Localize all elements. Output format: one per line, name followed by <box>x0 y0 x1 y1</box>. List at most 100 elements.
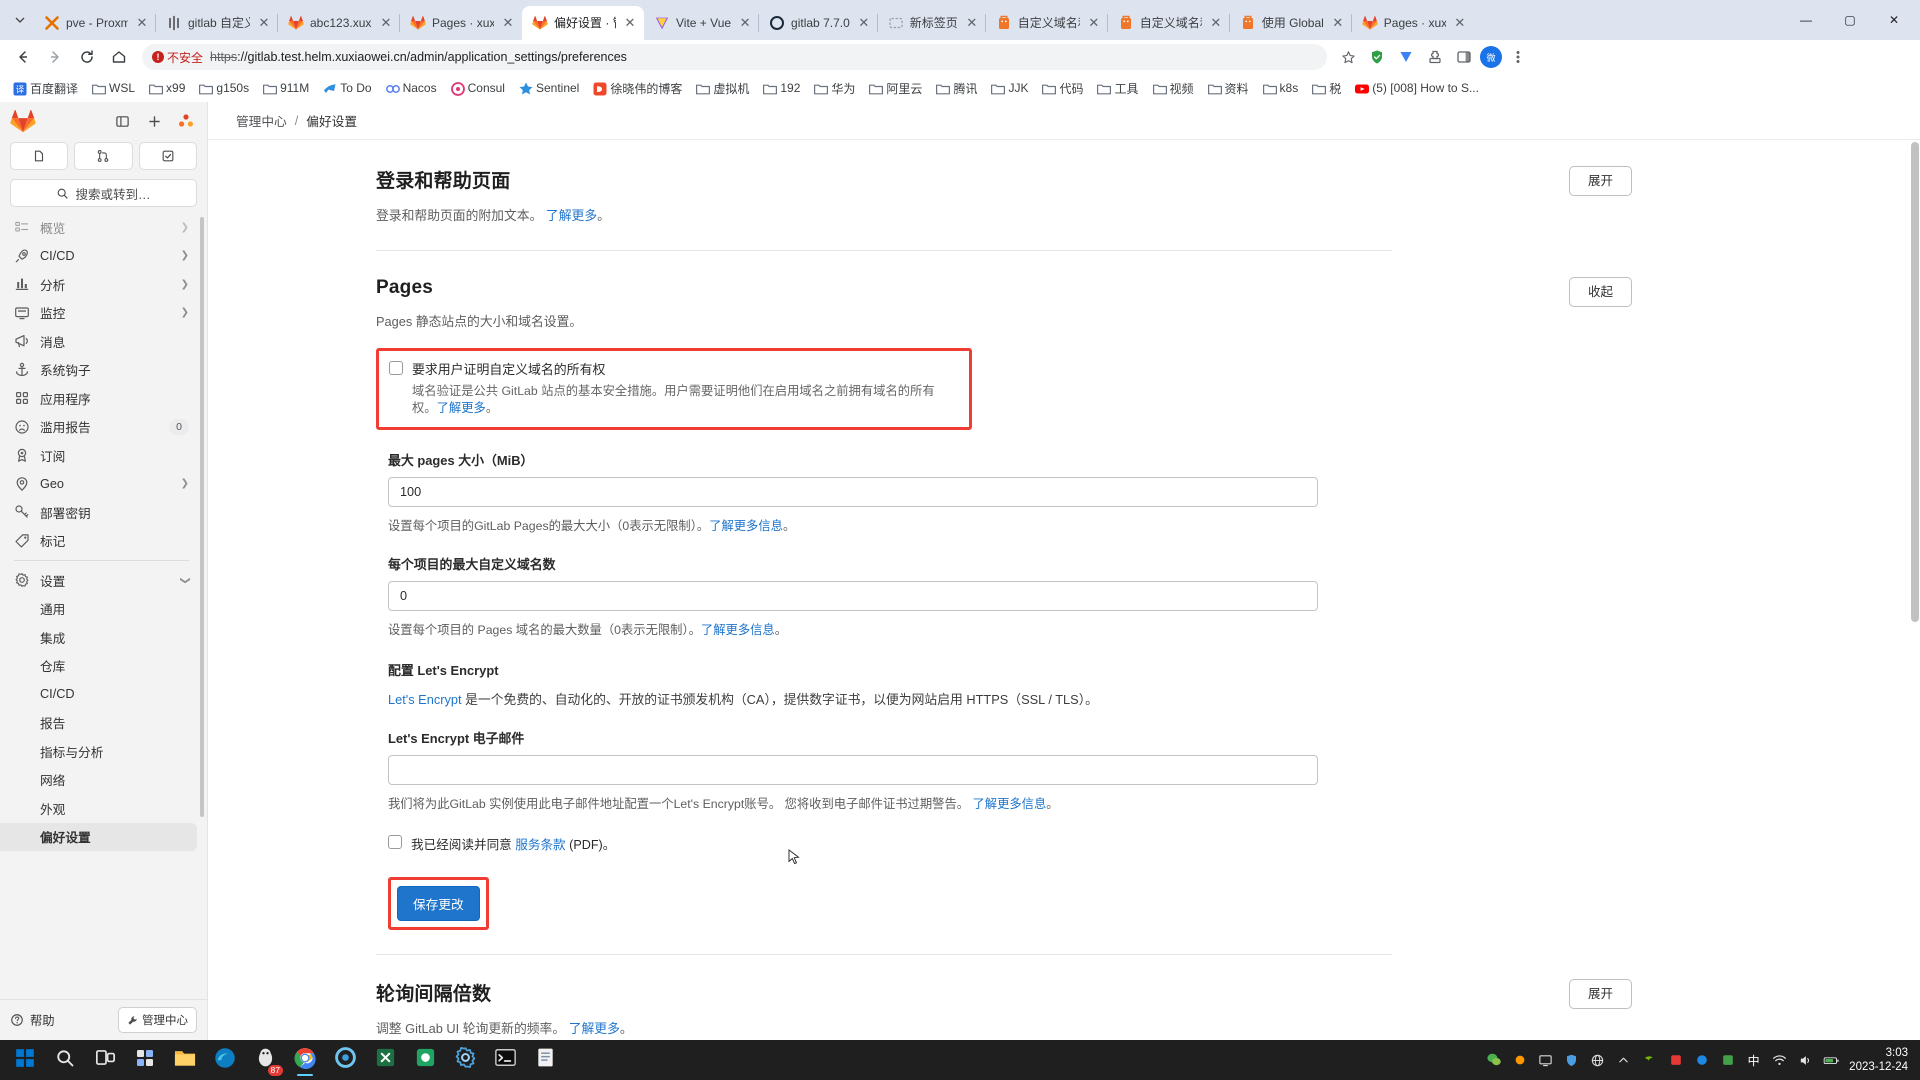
admin-center-button[interactable]: 管理中心 <box>118 1007 197 1033</box>
tab-close-button[interactable]: ✕ <box>856 15 872 31</box>
bookmark-item[interactable]: 华为 <box>807 77 861 100</box>
browser-tab[interactable]: gitlab 自定义✕ <box>156 6 278 40</box>
max-domains-input[interactable] <box>388 581 1318 611</box>
user-avatar-icon[interactable] <box>175 110 197 132</box>
bookmark-star-icon[interactable] <box>1335 44 1361 70</box>
close-window-button[interactable]: ✕ <box>1872 4 1916 36</box>
not-secure-indicator[interactable]: ! 不安全 <box>152 49 203 66</box>
taskbar-search[interactable] <box>46 1042 84 1078</box>
volume-icon[interactable] <box>1797 1052 1814 1069</box>
sidebar-item-ci-cd[interactable]: CI/CD❯ <box>0 242 197 271</box>
bookmark-item[interactable]: Consul <box>444 78 511 98</box>
sidebar-item-系统钩子[interactable]: 系统钩子 <box>0 356 197 385</box>
bookmark-item[interactable]: To Do <box>316 78 377 98</box>
browser-tab[interactable]: Pages · xuxi✕ <box>400 6 522 40</box>
extensions-icon[interactable] <box>1422 44 1448 70</box>
bookmark-item[interactable]: 资料 <box>1201 77 1255 100</box>
taskbar-settings[interactable] <box>446 1042 484 1078</box>
bookmark-item[interactable]: 阿里云 <box>862 77 928 100</box>
page-scrollbar[interactable] <box>1910 102 1920 1040</box>
sidebar-item-通用[interactable]: 通用 <box>0 595 197 624</box>
quick-issues-icon[interactable] <box>10 142 68 170</box>
sidebar-item-部署密钥[interactable]: 部署密钥 <box>0 498 197 527</box>
shield-tray-icon[interactable] <box>1563 1052 1580 1069</box>
plus-icon[interactable] <box>143 110 165 132</box>
sidebar-item-消息[interactable]: 消息 <box>0 327 197 356</box>
sidebar-toggle-icon[interactable] <box>1451 44 1477 70</box>
forward-button[interactable] <box>40 43 70 71</box>
app-tray-icon-3[interactable] <box>1719 1052 1736 1069</box>
bookmark-item[interactable]: Sentinel <box>512 78 585 98</box>
maximize-button[interactable]: ▢ <box>1828 4 1872 36</box>
taskbar-app-green[interactable] <box>406 1042 444 1078</box>
tab-close-button[interactable]: ✕ <box>1330 15 1346 31</box>
network-tray-icon[interactable] <box>1589 1052 1606 1069</box>
browser-tab[interactable]: Pages · xuxi✕ <box>1352 6 1474 40</box>
taskbar-task-view[interactable] <box>86 1042 124 1078</box>
back-button[interactable] <box>8 43 38 71</box>
ime-indicator[interactable]: 中 <box>1745 1052 1762 1069</box>
tab-close-button[interactable]: ✕ <box>1086 15 1102 31</box>
browser-menu-icon[interactable] <box>1505 44 1531 70</box>
reload-button[interactable] <box>72 43 102 71</box>
tab-close-button[interactable]: ✕ <box>737 15 753 31</box>
email-help-link[interactable]: 了解更多信息 <box>972 797 1046 811</box>
gitlab-logo-icon[interactable] <box>10 108 36 134</box>
bookmark-item[interactable]: 911M <box>256 78 315 98</box>
save-changes-button[interactable]: 保存更改 <box>397 886 480 921</box>
verify-domain-checkbox[interactable] <box>389 361 403 375</box>
taskbar-widgets[interactable] <box>126 1042 164 1078</box>
wifi-icon[interactable] <box>1771 1052 1788 1069</box>
tab-close-button[interactable]: ✕ <box>1208 15 1224 31</box>
bookmark-item[interactable]: 译百度翻译 <box>6 77 84 100</box>
bookmark-item[interactable]: 工具 <box>1090 77 1144 100</box>
browser-tab[interactable]: 使用 Global✕ <box>1230 6 1352 40</box>
expand-button-polling[interactable]: 展开 <box>1569 979 1632 1009</box>
max-domains-help-link[interactable]: 了解更多信息 <box>701 623 775 637</box>
browser-tab[interactable]: 偏好设置 · 管✕ <box>522 6 644 40</box>
lets-encrypt-email-input[interactable] <box>388 755 1318 785</box>
taskbar-file-explorer[interactable] <box>166 1042 204 1078</box>
browser-tab[interactable]: gitlab 7.7.0✕ <box>759 6 878 40</box>
taskbar-notepad[interactable] <box>526 1042 564 1078</box>
sidebar-item-外观[interactable]: 外观 <box>0 794 197 823</box>
collapse-button-pages[interactable]: 收起 <box>1569 277 1632 307</box>
app-tray-icon-2[interactable] <box>1693 1052 1710 1069</box>
tab-close-button[interactable]: ✕ <box>964 15 980 31</box>
browser-tab[interactable]: Vite + Vue✕ <box>644 6 759 40</box>
tos-checkbox[interactable] <box>388 835 402 849</box>
address-bar[interactable]: ! 不安全 https://gitlab.test.helm.xuxiaowei… <box>142 44 1327 70</box>
bookmark-item[interactable]: k8s <box>1256 78 1305 98</box>
browser-tab[interactable]: abc123.xuxi✕ <box>278 6 400 40</box>
bookmark-item[interactable]: g150s <box>192 78 255 98</box>
polling-learn-more-link[interactable]: 了解更多 <box>569 1021 620 1036</box>
expand-button-signin-help[interactable]: 展开 <box>1569 166 1632 196</box>
bookmark-item[interactable]: 徐晓伟的博客 <box>586 77 688 100</box>
vpn-extension-icon[interactable] <box>1393 44 1419 70</box>
sidebar-item-指标与分析[interactable]: 指标与分析 <box>0 737 197 766</box>
taskbar-qq[interactable]: 87 <box>246 1042 284 1078</box>
tab-list-button[interactable] <box>6 5 34 35</box>
quick-todos-icon[interactable] <box>139 142 197 170</box>
sidebar-item-网络[interactable]: 网络 <box>0 766 197 795</box>
sidebar-item-偏好设置[interactable]: 偏好设置 <box>0 823 197 852</box>
app-tray-icon-1[interactable] <box>1667 1052 1684 1069</box>
panel-toggle-icon[interactable] <box>111 110 133 132</box>
breadcrumb-root[interactable]: 管理中心 <box>236 111 287 130</box>
sidebar-scrollbar[interactable] <box>200 217 204 817</box>
chevron-up-icon[interactable] <box>1615 1052 1632 1069</box>
browser-tab[interactable]: 新标签页✕ <box>878 6 986 40</box>
browser-tab[interactable]: pve - Proxm✕ <box>34 6 156 40</box>
quick-merge-requests-icon[interactable] <box>74 142 132 170</box>
bookmark-item[interactable]: 代码 <box>1035 77 1089 100</box>
profile-avatar[interactable]: 微 <box>1480 46 1502 68</box>
bookmark-item[interactable]: 腾讯 <box>929 77 983 100</box>
sidebar-item-help[interactable]: 帮助 <box>10 1011 55 1029</box>
sidebar-item-设置[interactable]: 设置❯ <box>0 566 197 595</box>
taskbar-excel[interactable] <box>366 1042 404 1078</box>
notification-dot-icon[interactable] <box>1511 1052 1528 1069</box>
wechat-icon[interactable] <box>1485 1052 1502 1069</box>
minimize-button[interactable]: — <box>1784 4 1828 36</box>
battery-icon[interactable] <box>1823 1052 1840 1069</box>
tab-close-button[interactable]: ✕ <box>1452 15 1468 31</box>
